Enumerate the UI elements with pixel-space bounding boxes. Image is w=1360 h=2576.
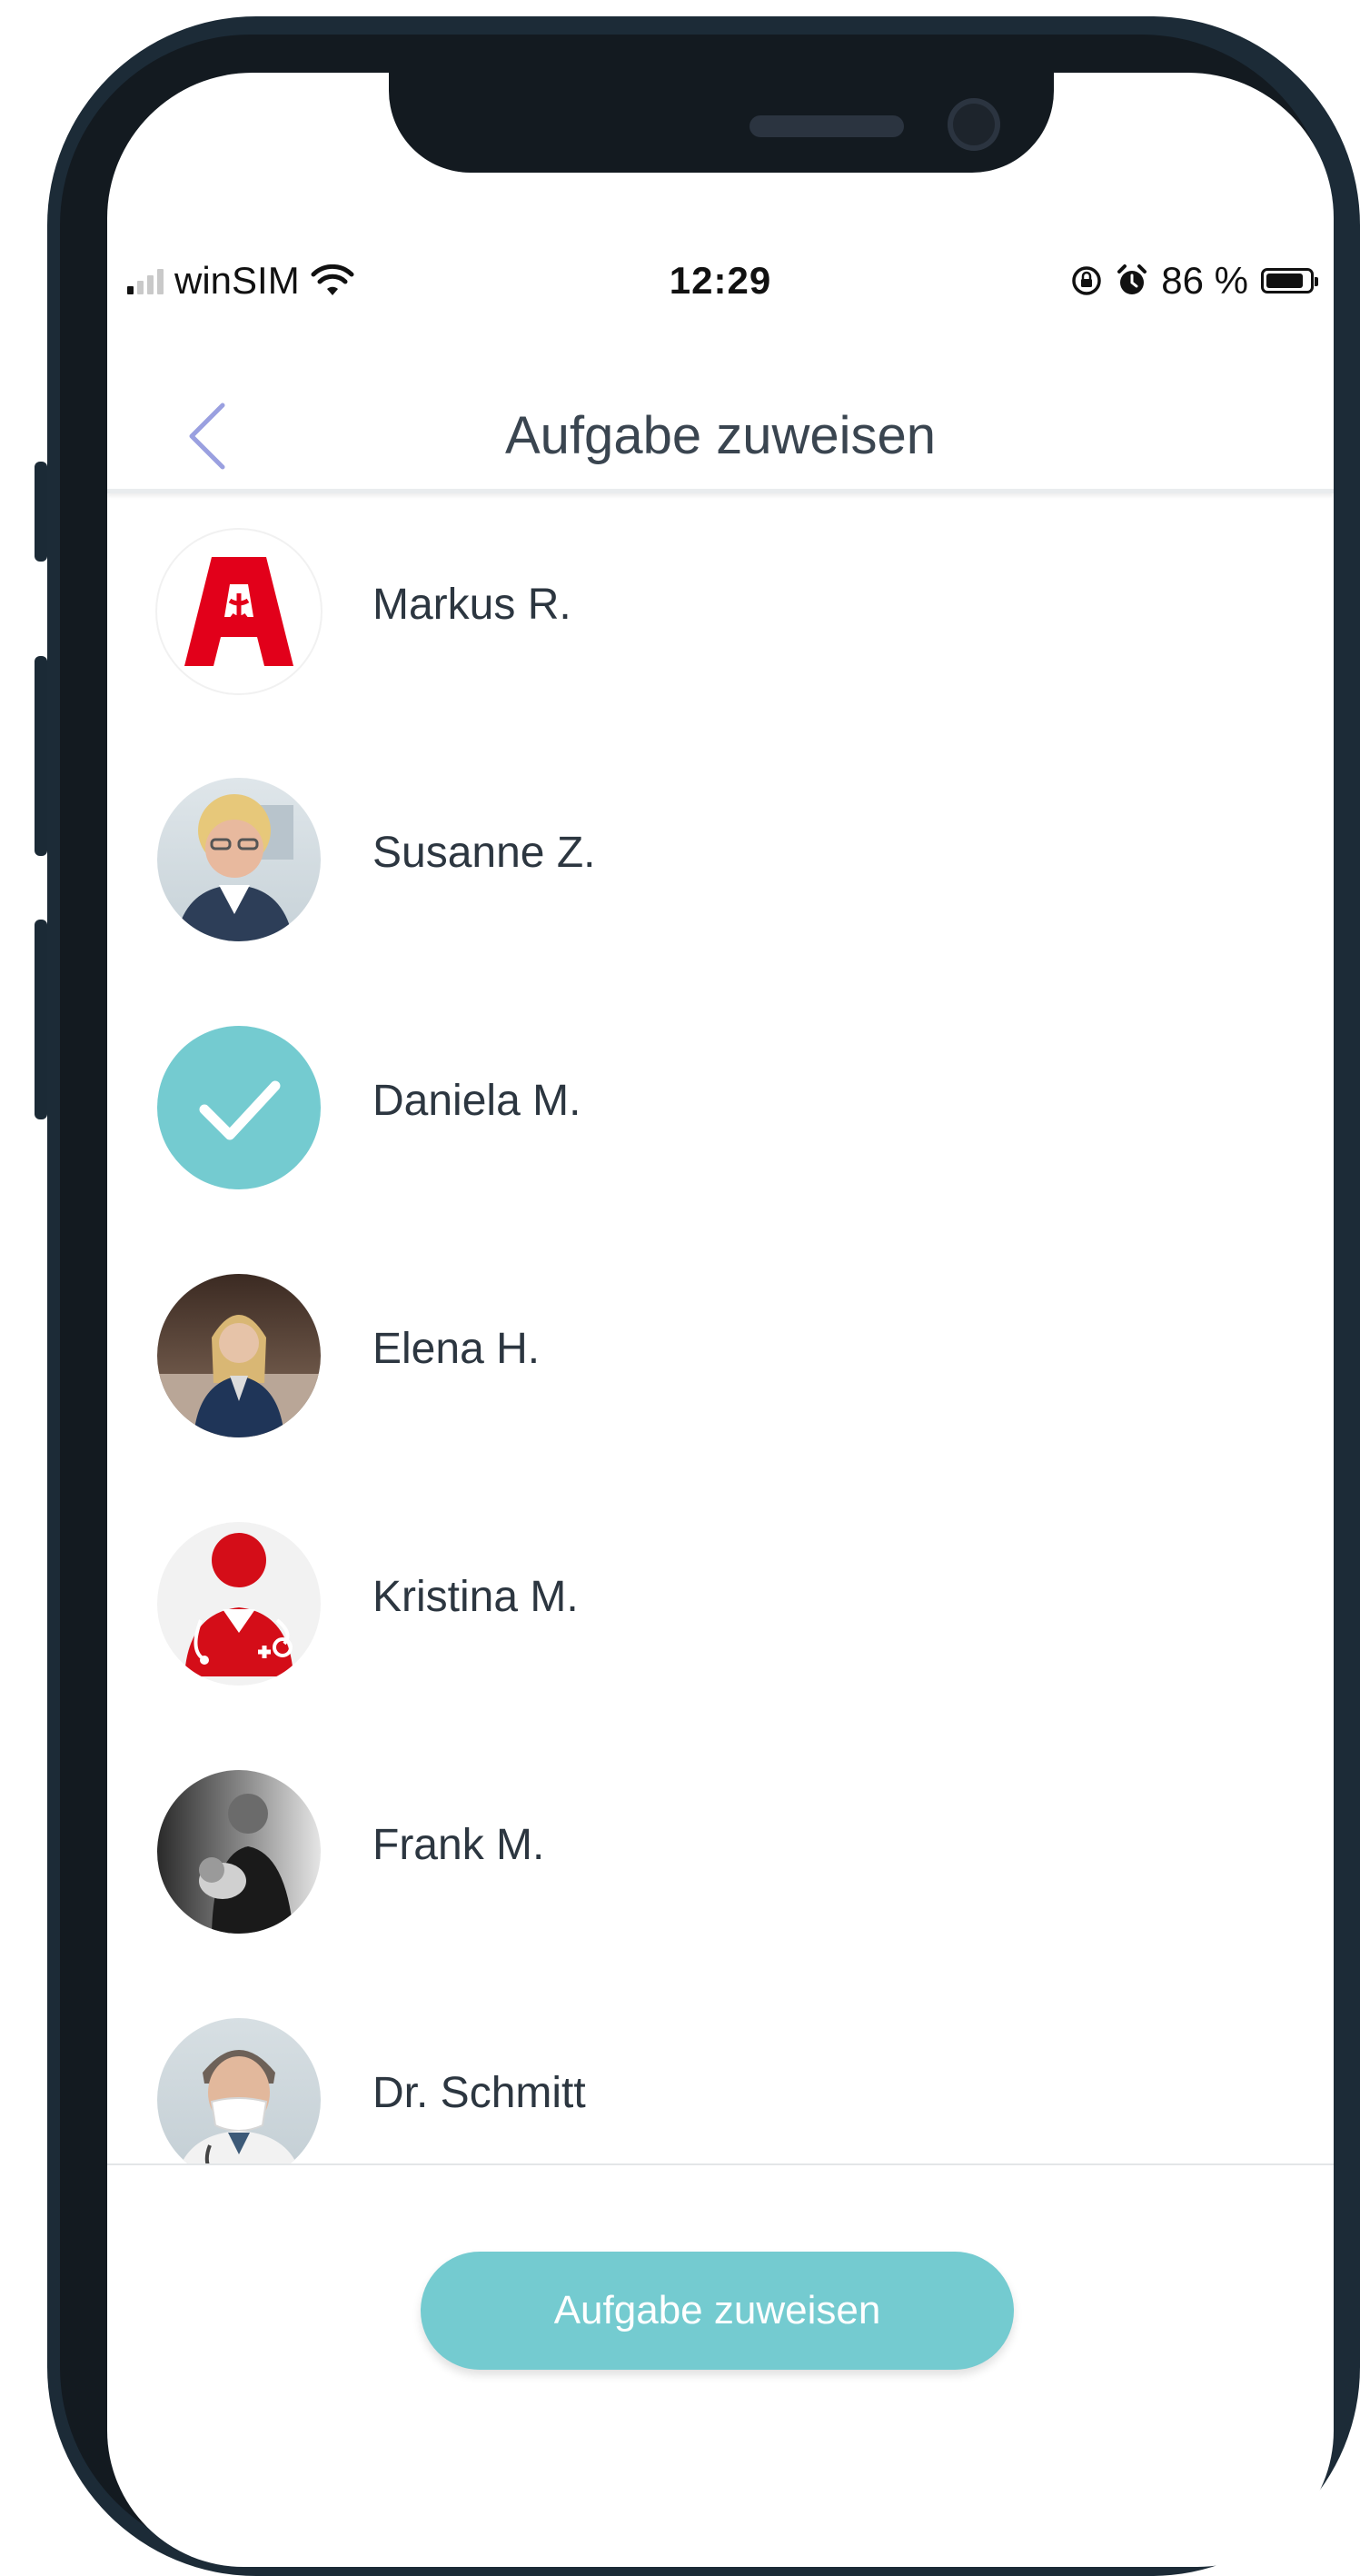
person-photo-icon bbox=[181, 2050, 297, 2163]
assignee-name: Kristina M. bbox=[372, 1573, 579, 1621]
camera-icon bbox=[948, 98, 1000, 151]
navigation-bar: Aufgabe zuweisen bbox=[107, 395, 1334, 477]
assignee-name: Markus R. bbox=[372, 581, 571, 629]
person-photo-icon bbox=[199, 1794, 293, 1934]
footer-divider bbox=[107, 2163, 1334, 2165]
assignee-list: Markus R. Susanne Z. Daniela M. Elena H.… bbox=[107, 493, 1334, 2163]
rotation-lock-icon bbox=[1072, 266, 1102, 295]
chevron-left-icon bbox=[189, 403, 225, 470]
volume-down-button bbox=[35, 920, 47, 1119]
list-item[interactable]: Susanne Z. bbox=[107, 741, 1334, 969]
avatar bbox=[157, 1770, 321, 1934]
person-photo-icon bbox=[157, 1315, 321, 1437]
back-button[interactable] bbox=[175, 400, 239, 472]
list-item[interactable]: Elena H. bbox=[107, 1238, 1334, 1465]
assign-task-button[interactable]: Aufgabe zuweisen bbox=[421, 2252, 1014, 2370]
page-title: Aufgabe zuweisen bbox=[505, 406, 936, 465]
nurse-icon bbox=[184, 1533, 293, 1676]
list-item[interactable]: Daniela M. bbox=[107, 990, 1334, 1217]
notch bbox=[389, 73, 1054, 173]
list-item[interactable]: Frank M. bbox=[107, 1734, 1334, 1961]
list-item[interactable]: Kristina M. bbox=[107, 1486, 1334, 1713]
assignee-name: Daniela M. bbox=[372, 1077, 581, 1125]
avatar bbox=[157, 1522, 321, 1686]
avatar bbox=[157, 530, 321, 693]
battery-percent: 86 % bbox=[1161, 259, 1248, 302]
assignee-name: Susanne Z. bbox=[372, 829, 596, 877]
assignee-name: Dr. Schmitt bbox=[372, 2069, 586, 2117]
checkmark-icon bbox=[199, 1080, 281, 1140]
avatar-selected bbox=[157, 1026, 321, 1189]
person-photo-icon bbox=[175, 794, 293, 941]
alarm-icon bbox=[1117, 264, 1147, 294]
assignee-name: Frank M. bbox=[372, 1821, 545, 1869]
status-right: 86 % bbox=[1070, 259, 1318, 303]
assignee-name: Elena H. bbox=[372, 1325, 541, 1373]
phone-screen: winSIM 12:29 86 % Aufgabe zuweisen Marku… bbox=[107, 73, 1334, 2567]
avatar bbox=[157, 778, 321, 941]
pharmacy-logo-icon bbox=[184, 557, 293, 666]
volume-up-button bbox=[35, 656, 47, 856]
list-item[interactable]: Markus R. bbox=[107, 493, 1334, 721]
list-item[interactable]: Dr. Schmitt bbox=[107, 1982, 1334, 2163]
avatar bbox=[157, 1274, 321, 1437]
speaker-grille bbox=[749, 115, 904, 137]
status-bar: winSIM 12:29 86 % bbox=[107, 259, 1334, 323]
mute-switch bbox=[35, 462, 47, 562]
avatar bbox=[157, 2018, 321, 2163]
battery-icon bbox=[1261, 268, 1318, 293]
